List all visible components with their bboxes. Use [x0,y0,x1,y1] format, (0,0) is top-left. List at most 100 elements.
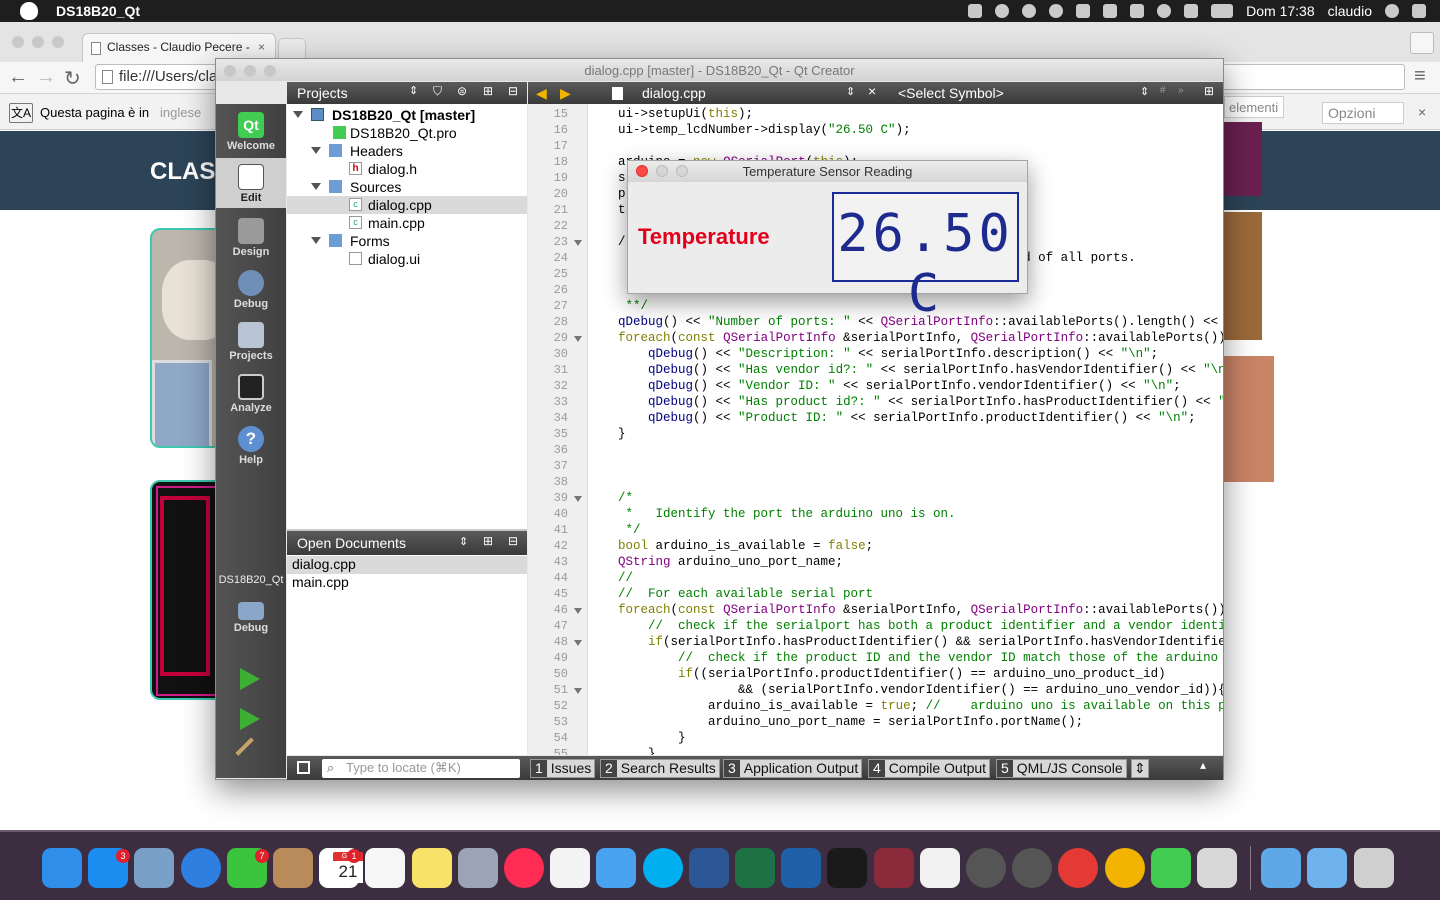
filter-icon[interactable]: ⛉ [433,84,442,99]
textedit-icon[interactable] [919,848,960,888]
close-window-icon[interactable] [224,65,236,77]
code-line[interactable]: t [588,202,626,218]
zoom-window-icon[interactable] [52,36,64,48]
battery-icon[interactable] [1211,4,1234,18]
hash-icon[interactable]: # [1160,85,1166,96]
inkscape-icon[interactable] [966,848,1006,888]
alert-icon[interactable] [1076,4,1091,18]
expand-arrow-icon[interactable] [311,237,321,244]
terminal-icon[interactable] [827,848,868,888]
debug-run-icon[interactable] [240,708,260,730]
expand-arrow-icon[interactable] [311,183,321,190]
thumbnail-image[interactable] [1224,212,1262,340]
bluetooth-icon[interactable] [1130,4,1145,18]
updown-arrows-icon[interactable]: ⇕ [409,84,418,97]
back-arrow-icon[interactable]: ← [8,66,28,89]
code-line[interactable]: // check if the serialport has both a pr… [588,618,1223,634]
code-line[interactable]: qDebug() << "Number of ports: " << QSeri… [588,314,1223,330]
safari-icon[interactable] [180,848,221,888]
updown-arrows-icon[interactable]: ⇕ [846,85,855,98]
mode-help[interactable]: ? Help [216,426,286,470]
code-line[interactable]: // [588,570,633,586]
qt-creator-icon[interactable] [1150,848,1191,888]
code-line[interactable]: foreach(const QSerialPortInfo &serialPor… [588,602,1223,618]
code-line[interactable]: ui->temp_lcdNumber->display("26.50 C"); [588,122,911,138]
code-line[interactable]: arduino_uno_port_name = serialPortInfo.p… [588,714,1083,730]
maximize-output-icon[interactable]: ▴ [1200,758,1206,772]
code-line[interactable]: p [588,186,626,202]
code-line[interactable]: } [588,426,626,442]
zoom-window-icon[interactable] [676,165,688,177]
back-arrow-icon[interactable]: ◀ [536,85,547,102]
fold-marker-icon[interactable] [574,496,582,502]
preview-icon[interactable] [134,848,175,888]
code-line[interactable]: /* [588,490,633,506]
code-line[interactable]: QString arduino_uno_port_name; [588,554,843,570]
open-doc-item[interactable]: main.cpp [287,574,527,592]
excel-icon[interactable] [735,848,775,888]
options-select[interactable]: Opzioni [1322,102,1404,124]
photos-icon[interactable] [550,848,591,888]
expand-arrow-icon[interactable] [311,147,321,154]
thumbnail-image[interactable] [1224,122,1262,196]
code-line[interactable]: arduino_is_available = true; // arduino … [588,698,1223,714]
fold-marker-icon[interactable] [574,688,582,694]
code-line[interactable]: * Identify the port the arduino uno is o… [588,506,956,522]
tree-item-main-cpp[interactable]: c main.cpp [287,214,527,232]
volume-icon[interactable] [1184,4,1199,18]
close-window-icon[interactable] [636,165,648,177]
document-select[interactable]: dialog.cpp [642,85,706,101]
profile-icon[interactable] [1410,32,1434,54]
fold-marker-icon[interactable] [574,608,582,614]
code-line[interactable]: qDebug() << "Has vendor id?: " << serial… [588,362,1223,378]
source-language[interactable]: inglese [160,105,201,120]
open-doc-item[interactable]: dialog.cpp [287,556,527,574]
inkscape-icon[interactable] [1012,848,1053,888]
messages-icon[interactable] [596,848,637,888]
code-line[interactable]: && (serialPortInfo.vendorIdentifier() ==… [588,682,1223,698]
chrome-canary-icon[interactable] [1104,848,1145,888]
close-pane-icon[interactable]: ⊟ [508,84,518,98]
code-line[interactable]: */ [588,522,641,538]
codec-icon[interactable]: » [1178,85,1184,96]
code-line[interactable]: // check if the product ID and the vendo… [588,650,1223,666]
elements-field[interactable]: elementi [1224,96,1284,118]
timer-icon[interactable] [1049,4,1064,18]
play-icon[interactable] [1022,4,1037,18]
mode-projects[interactable]: Projects [216,322,286,366]
mode-analyze[interactable]: Analyze [216,374,286,418]
pane-application-output[interactable]: 3 Application Output [723,759,863,778]
close-translate-icon[interactable]: × [1418,104,1426,120]
downloads-folder-icon[interactable] [1261,848,1302,888]
code-line[interactable]: s [588,170,626,186]
mode-debug[interactable]: Debug [216,270,286,314]
finder-icon[interactable] [42,848,82,888]
expand-arrow-icon[interactable] [293,111,303,118]
code-line[interactable]: ui->setupUi(this); [588,106,753,122]
skype-icon[interactable] [642,848,683,888]
minimize-window-icon[interactable] [32,36,44,48]
forward-arrow-icon[interactable]: → [36,66,56,89]
reminders-icon[interactable] [365,848,406,888]
updown-arrows-icon[interactable]: ⇕ [1140,85,1149,98]
phone-icon[interactable] [1103,4,1118,18]
zoom-window-icon[interactable] [264,65,276,77]
forward-arrow-icon[interactable]: ▶ [560,85,571,102]
tree-item-dialog-cpp[interactable]: c dialog.cpp [287,196,527,214]
link-icon[interactable]: ⊜ [457,84,467,98]
close-window-icon[interactable] [12,36,24,48]
tree-item-project[interactable]: DS18B20_Qt [master] [287,106,527,124]
split-icon[interactable]: ⊞ [483,534,493,548]
code-line[interactable]: } [588,730,686,746]
clock[interactable]: Dom 17:38 [1246,3,1314,19]
tree-item-sources[interactable]: Sources [287,178,527,196]
sync-icon[interactable] [995,4,1010,18]
photo-booth-icon[interactable] [457,848,498,888]
code-line[interactable]: qDebug() << "Vendor ID: " << serialPortI… [588,378,1181,394]
winrar-icon[interactable] [873,848,914,888]
open-documents-label[interactable]: Open Documents [297,535,406,551]
code-line[interactable]: } [588,746,656,755]
tree-item-headers[interactable]: Headers [287,142,527,160]
split-icon[interactable]: ⊞ [483,84,493,98]
code-line[interactable]: bool arduino_is_available = false; [588,538,873,554]
